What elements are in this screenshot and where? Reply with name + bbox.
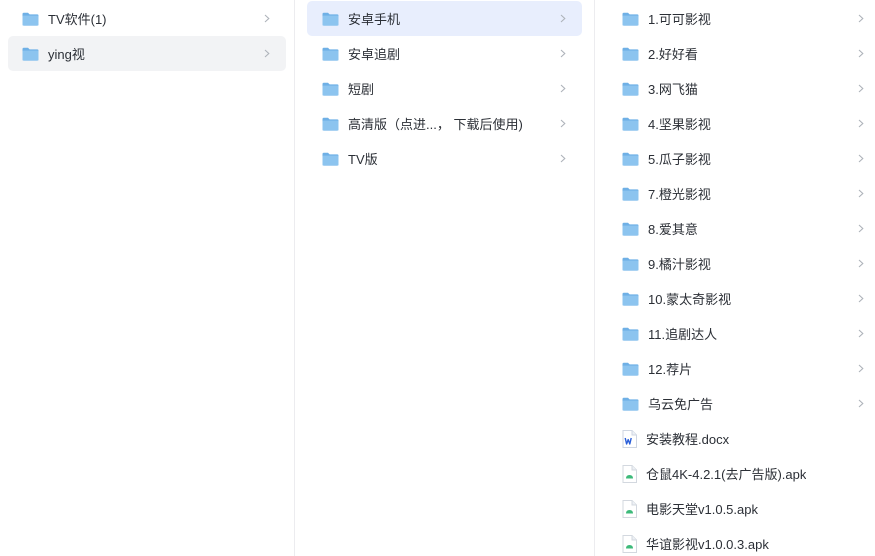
column-list: 1.可可影视 2.好好看 3.网飞猫 4.坚果影视 5.瓜子影视 7.橙光影视 8.爱其意 9… (596, 1, 875, 556)
folder-row[interactable]: ying视 (8, 36, 286, 71)
file-row[interactable]: 安装教程.docx (600, 421, 871, 456)
item-label: 8.爱其意 (648, 222, 698, 237)
chevron-right-icon (264, 1, 270, 36)
folder-icon (622, 117, 639, 131)
folder-icon (322, 82, 339, 96)
folder-row[interactable]: TV软件(1) (8, 1, 286, 36)
chevron-right-icon (858, 386, 864, 421)
chevron-right-icon (858, 211, 864, 246)
folder-icon (622, 292, 639, 306)
item-label: 11.追剧达人 (648, 327, 718, 342)
file-row[interactable]: 华谊影视v1.0.0.3.apk (600, 526, 871, 556)
item-label: 12.荐片 (648, 362, 693, 377)
folder-row[interactable]: 安卓追剧 (307, 36, 582, 71)
chevron-right-icon (858, 36, 864, 71)
chevron-right-icon (858, 246, 864, 281)
file-column-browser: TV软件(1) ying视 安卓手机安卓追剧短剧高清版（点进...， 下载后使用)… (0, 0, 875, 556)
item-label: TV软件(1) (48, 12, 107, 27)
folder-icon (622, 397, 639, 411)
file-row[interactable]: 电影天堂v1.0.5.apk (600, 491, 871, 526)
folder-icon (622, 152, 639, 166)
folder-icon (622, 12, 639, 26)
item-label: 5.瓜子影视 (648, 152, 711, 167)
folder-row[interactable]: 12.荐片 (600, 351, 871, 386)
column-list: 安卓手机安卓追剧短剧高清版（点进...， 下载后使用) TV版 (295, 1, 594, 176)
chevron-right-icon (560, 1, 566, 36)
item-label: 安装教程.docx (646, 432, 730, 447)
item-label: 7.橙光影视 (648, 187, 711, 202)
folder-row[interactable]: 4.坚果影视 (600, 106, 871, 141)
item-label: 9.橘汁影视 (648, 257, 711, 272)
folder-row[interactable]: 高清版（点进...， 下载后使用) (307, 106, 582, 141)
folder-icon (22, 12, 39, 26)
chevron-right-icon (858, 141, 864, 176)
item-label: 短剧 (348, 82, 375, 97)
folder-icon (322, 152, 339, 166)
item-label: TV版 (348, 152, 378, 167)
folder-row[interactable]: 2.好好看 (600, 36, 871, 71)
column-list: TV软件(1) ying视 (0, 1, 294, 71)
folder-icon (622, 222, 639, 236)
item-label: 高清版（点进...， 下载后使用) (348, 117, 523, 132)
chevron-right-icon (858, 71, 864, 106)
folder-icon (622, 47, 639, 61)
file-row[interactable]: 仓鼠4K-4.2.1(去广告版).apk (600, 456, 871, 491)
folder-row[interactable]: 3.网飞猫 (600, 71, 871, 106)
folder-row[interactable]: 5.瓜子影视 (600, 141, 871, 176)
chevron-right-icon (560, 36, 566, 71)
chevron-right-icon (560, 71, 566, 106)
folder-row[interactable]: 11.追剧达人 (600, 316, 871, 351)
folder-row[interactable]: 安卓手机 (307, 1, 582, 36)
item-label: 安卓追剧 (348, 47, 401, 62)
chevron-right-icon (858, 176, 864, 211)
item-label: 乌云免广告 (648, 397, 714, 412)
item-label: 2.好好看 (648, 47, 698, 62)
folder-icon (322, 12, 339, 26)
chevron-right-icon (858, 106, 864, 141)
folder-row[interactable]: 乌云免广告 (600, 386, 871, 421)
folder-row[interactable]: 短剧 (307, 71, 582, 106)
folder-row[interactable]: 7.橙光影视 (600, 176, 871, 211)
chevron-right-icon (560, 106, 566, 141)
item-label: 1.可可影视 (648, 12, 711, 27)
folder-icon (322, 117, 339, 131)
chevron-right-icon (264, 36, 270, 71)
column-root: TV软件(1) ying视 (0, 0, 295, 556)
folder-icon (622, 362, 639, 376)
folder-icon (622, 82, 639, 96)
item-label: 4.坚果影视 (648, 117, 711, 132)
item-label: 电影天堂v1.0.5.apk (646, 502, 758, 517)
folder-icon (622, 187, 639, 201)
item-label: ying视 (48, 47, 85, 62)
item-label: 安卓手机 (348, 12, 401, 27)
folder-row[interactable]: 8.爱其意 (600, 211, 871, 246)
apk-file-icon (622, 464, 637, 483)
chevron-right-icon (858, 1, 864, 36)
chevron-right-icon (858, 351, 864, 386)
item-label: 华谊影视v1.0.0.3.apk (646, 537, 769, 552)
apk-file-icon (622, 534, 637, 553)
item-label: 仓鼠4K-4.2.1(去广告版).apk (646, 467, 807, 482)
chevron-right-icon (858, 281, 864, 316)
chevron-right-icon (560, 141, 566, 176)
column-ying-shi: 安卓手机安卓追剧短剧高清版（点进...， 下载后使用) TV版 (295, 0, 595, 556)
folder-icon (622, 327, 639, 341)
folder-row[interactable]: 9.橘汁影视 (600, 246, 871, 281)
folder-icon (22, 47, 39, 61)
item-label: 3.网飞猫 (648, 82, 698, 97)
item-label: 10.蒙太奇影视 (648, 292, 732, 307)
column-android-phone: 1.可可影视 2.好好看 3.网飞猫 4.坚果影视 5.瓜子影视 7.橙光影视 8.爱其意 9… (596, 0, 875, 556)
folder-icon (622, 257, 639, 271)
folder-icon (322, 47, 339, 61)
chevron-right-icon (858, 316, 864, 351)
apk-file-icon (622, 499, 637, 518)
folder-row[interactable]: 10.蒙太奇影视 (600, 281, 871, 316)
folder-row[interactable]: TV版 (307, 141, 582, 176)
word-document-icon (622, 429, 637, 448)
folder-row[interactable]: 1.可可影视 (600, 1, 871, 36)
